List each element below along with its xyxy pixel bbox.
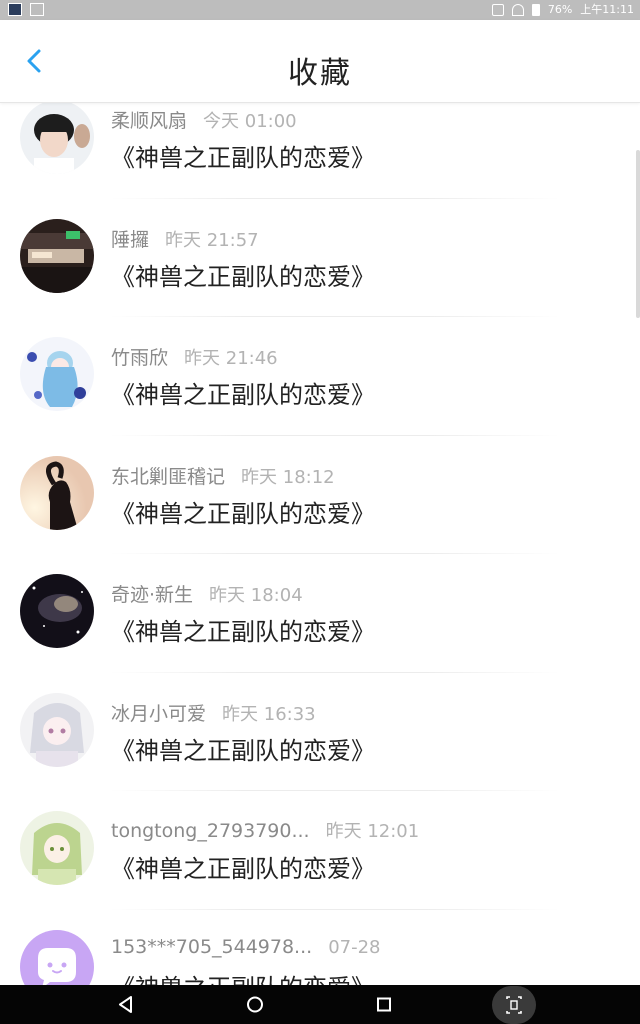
timestamp: 昨天 12:01 (325, 821, 420, 842)
avatar-photo (20, 337, 94, 411)
user-name: 153***705_544978... (111, 935, 313, 958)
timestamp: 昨天 18:12 (241, 466, 335, 488)
triangle-back-icon (119, 996, 132, 1013)
avatar-photo (20, 574, 94, 648)
avatar (20, 574, 94, 648)
avatar (20, 218, 94, 293)
favorite-content: 《神兽之正副队的恋爱》 (111, 855, 375, 883)
image-notification-icon (30, 3, 44, 16)
user-name: 陲攞 (111, 228, 150, 251)
nav-recents-button[interactable] (354, 985, 414, 1024)
app-notification-icon (8, 3, 22, 16)
favorite-content: 《神兽之正副队的恋爱》 (111, 736, 375, 765)
favorite-content: 《神兽之正副队的恋爱》 (111, 144, 375, 172)
favorite-content: 《神兽之正副队的恋爱》 (111, 499, 375, 528)
clock: 上午11:11 (580, 3, 634, 16)
nav-home-button[interactable] (225, 985, 285, 1024)
battery-icon (531, 3, 540, 16)
avatar-photo (20, 218, 94, 293)
avatar (20, 811, 94, 885)
user-name: 竹雨欣 (111, 347, 169, 369)
battery-level: 76% (547, 3, 573, 16)
avatar-photo (20, 692, 94, 767)
favorite-content: 《神兽之正副队的恋爱》 (111, 618, 375, 646)
list-item[interactable]: 竹雨欣 昨天 21:46 《神兽之正副队的恋爱》 (0, 317, 640, 436)
circle-home-icon (247, 996, 263, 1013)
screenshot-icon (506, 996, 522, 1014)
user-name: 柔顺风扇 (111, 110, 188, 132)
favorites-list: 柔顺风扇 今天 01:00 《神兽之正副队的恋爱》 陲攞 昨天 21:57 《神兽之… (0, 80, 640, 1024)
timestamp: 昨天 18:04 (209, 585, 303, 606)
list-item[interactable]: tongtong_2793790... 昨天 12:01 《神兽之正副队的恋爱》 (0, 791, 640, 910)
navigation-bar (0, 985, 640, 1024)
list-item[interactable]: 冰月小可爱 昨天 16:33 《神兽之正副队的恋爱》 (0, 673, 640, 791)
timestamp: 昨天 16:33 (222, 703, 316, 725)
avatar (20, 337, 94, 411)
avatar-photo (20, 455, 94, 530)
wifi-icon (511, 3, 524, 16)
timestamp: 昨天 21:46 (184, 348, 278, 369)
user-name: 奇迹·新生 (111, 584, 194, 606)
screenshot-button[interactable] (492, 986, 536, 1024)
user-name: tongtong_2793790... (111, 820, 310, 842)
favorite-content: 《神兽之正副队的恋爱》 (111, 262, 375, 291)
avatar-photo (20, 100, 94, 174)
list-item[interactable]: 奇迹·新生 昨天 18:04 《神兽之正副队的恋爱》 (0, 554, 640, 673)
user-name: 冰月小可爱 (111, 702, 207, 725)
avatar (20, 455, 94, 530)
page-title: 收藏 (288, 56, 352, 91)
avatar (20, 100, 94, 174)
list-item[interactable]: 东北剿匪稽记 昨天 18:12 《神兽之正副队的恋爱》 (0, 436, 640, 554)
avatar-photo (20, 811, 94, 885)
status-bar: 76% 上午11:11 (0, 0, 640, 20)
header-bar: 收藏 (0, 20, 640, 103)
square-recents-icon (377, 997, 391, 1012)
timestamp: 今天 01:00 (203, 111, 297, 132)
favorites-screen: 76% 上午11:11 收藏 柔顺风扇 今天 01:00 《神兽之正副队的恋爱》… (0, 0, 640, 1024)
timestamp: 昨天 21:57 (165, 229, 259, 251)
nav-back-button[interactable] (96, 985, 156, 1024)
user-name: 东北剿匪稽记 (111, 465, 226, 488)
scrollbar[interactable] (636, 150, 640, 318)
vibrate-icon (491, 3, 504, 16)
list-item[interactable]: 陲攞 昨天 21:57 《神兽之正副队的恋爱》 (0, 199, 640, 317)
avatar (20, 692, 94, 767)
favorite-content: 《神兽之正副队的恋爱》 (111, 381, 375, 409)
timestamp: 07-28 (328, 936, 381, 958)
